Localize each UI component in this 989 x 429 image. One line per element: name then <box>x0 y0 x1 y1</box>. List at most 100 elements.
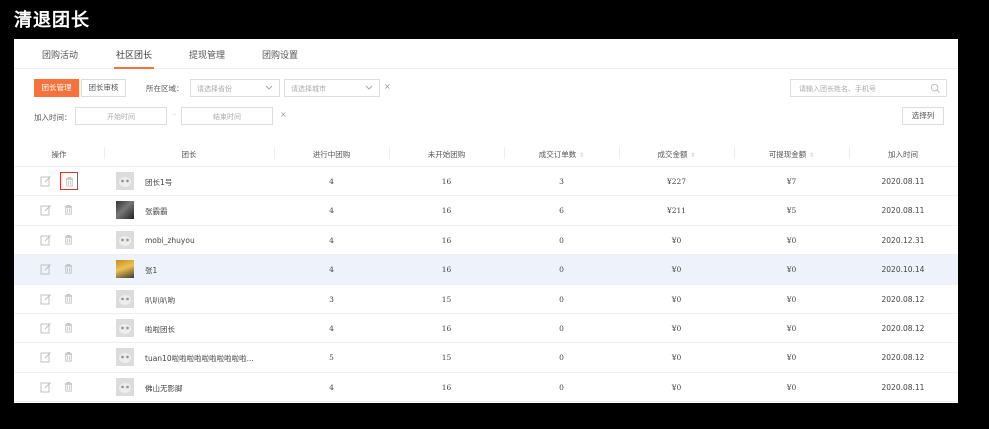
chevron-down-icon <box>365 85 373 90</box>
region-label: 所在区域： <box>146 84 184 93</box>
avatar <box>116 289 134 308</box>
withdrawable-amount: ¥0 <box>786 323 797 333</box>
delete-icon[interactable] <box>60 348 78 366</box>
deal-amount: ¥211 <box>666 206 687 216</box>
table-body: 团长1号 4 16 3 ¥227 ¥7 2020.08.11 张霸霸 4 16 6 ¥211 ¥5 202… <box>14 167 958 403</box>
withdrawable-amount: ¥0 <box>786 382 797 392</box>
city-select[interactable]: 请选择城市 <box>284 79 380 97</box>
clear-region-icon[interactable]: × <box>384 82 391 91</box>
withdrawable-amount: ¥5 <box>786 206 797 216</box>
edit-icon[interactable] <box>40 381 52 393</box>
chevron-down-icon <box>265 85 273 90</box>
edit-icon[interactable] <box>40 351 52 363</box>
join-date: 2020.08.12 <box>881 294 925 304</box>
header-withdrawable[interactable]: 可提现金额 ⇳ <box>734 149 849 160</box>
tab-community-leader[interactable]: 社区团长 <box>116 48 152 61</box>
edit-icon[interactable] <box>40 322 52 334</box>
upcoming-count: 16 <box>441 265 452 275</box>
table-row[interactable]: tuan10啦啦啦啦啦啦啦啦啦啦... 5 15 0 ¥0 ¥0 2020.08.12 <box>14 343 958 373</box>
join-date: 2020.08.11 <box>881 206 925 216</box>
leader-name[interactable]: 团长1号 <box>145 177 172 188</box>
header-amount[interactable]: 成交金额 ⇳ <box>619 149 734 160</box>
table-row[interactable]: 张1 4 16 0 ¥0 ¥0 2020.10.14 <box>14 255 958 285</box>
withdrawable-amount: ¥0 <box>786 353 797 363</box>
ongoing-count: 4 <box>329 382 334 392</box>
join-date: 2020.08.11 <box>881 177 925 186</box>
upcoming-count: 15 <box>441 294 452 304</box>
avatar <box>116 377 134 396</box>
delete-icon[interactable] <box>60 260 78 278</box>
order-count: 3 <box>559 177 564 186</box>
table-row[interactable]: 张霸霸 4 16 6 ¥211 ¥5 2020.08.11 <box>14 196 958 226</box>
deal-amount: ¥227 <box>666 177 687 186</box>
edit-icon[interactable] <box>40 204 52 216</box>
delete-icon[interactable] <box>60 172 78 190</box>
order-count: 0 <box>559 235 564 245</box>
active-tab-indicator <box>114 67 154 69</box>
table-row[interactable]: 团长1号 4 16 3 ¥227 ¥7 2020.08.11 <box>14 167 958 197</box>
search-input[interactable]: 请输入团长姓名、手机号 <box>790 79 947 97</box>
upcoming-count: 16 <box>441 177 452 186</box>
leader-name[interactable]: mobi_zhuyou <box>145 236 195 245</box>
upcoming-count: 16 <box>441 382 452 392</box>
table-row[interactable]: mobi_zhuyou 4 16 0 ¥0 ¥0 2020.12.31 <box>14 226 958 256</box>
withdrawable-amount: ¥0 <box>786 294 797 304</box>
table-row[interactable]: 佛山无影脚 4 16 0 ¥0 ¥0 2020.08.11 <box>14 373 958 403</box>
delete-icon[interactable] <box>60 201 78 219</box>
delete-icon[interactable] <box>60 378 78 396</box>
avatar <box>116 172 134 190</box>
edit-icon[interactable] <box>40 293 52 305</box>
edit-icon[interactable] <box>40 234 52 246</box>
ongoing-count: 4 <box>329 323 334 333</box>
sort-icon[interactable]: ⇳ <box>809 152 814 159</box>
leader-name[interactable]: tuan10啦啦啦啦啦啦啦啦啦啦... <box>145 353 254 364</box>
tab-group-buy-activity[interactable]: 团购活动 <box>42 48 78 61</box>
header-join-time: 加入时间 <box>888 150 918 159</box>
delete-icon[interactable] <box>60 290 78 308</box>
leader-name[interactable]: 张霸霸 <box>145 206 168 217</box>
page-title: 清退团长 <box>14 10 90 31</box>
deal-amount: ¥0 <box>671 294 682 304</box>
tab-group-buy-settings[interactable]: 团购设置 <box>262 48 298 61</box>
tab-withdrawal-management[interactable]: 提现管理 <box>189 48 225 61</box>
header-orders[interactable]: 成交订单数 ⇳ <box>504 149 619 160</box>
avatar <box>116 318 134 337</box>
ongoing-count: 3 <box>329 294 334 304</box>
join-date: 2020.08.12 <box>881 323 925 333</box>
select-columns-button[interactable]: 选择列 <box>902 107 944 125</box>
main-panel: 团购活动 社区团长 提现管理 团购设置 团长管理 团长审核 所在区域： 请选择省… <box>14 39 958 403</box>
edit-icon[interactable] <box>40 263 52 275</box>
header-actions: 操作 <box>51 150 67 159</box>
ongoing-count: 4 <box>329 265 334 275</box>
province-select[interactable]: 请选择省份 <box>190 79 280 97</box>
start-date-placeholder: 开始时间 <box>107 113 135 121</box>
leader-name[interactable]: 张1 <box>145 265 157 276</box>
clear-date-icon[interactable]: × <box>280 110 287 119</box>
join-date: 2020.08.12 <box>881 353 925 363</box>
start-date-input[interactable]: 开始时间 <box>75 107 167 125</box>
sort-icon[interactable]: ⇳ <box>579 152 584 159</box>
leader-name[interactable]: 叭叭叭哟 <box>145 295 175 306</box>
province-placeholder: 请选择省份 <box>197 85 232 93</box>
avatar <box>116 230 134 249</box>
upcoming-count: 16 <box>441 206 452 216</box>
sort-icon[interactable]: ⇳ <box>690 152 695 159</box>
search-icon[interactable] <box>930 83 941 94</box>
table-row[interactable]: 啦啦团长 4 16 0 ¥0 ¥0 2020.08.12 <box>14 314 958 344</box>
leader-name[interactable]: 佛山无影脚 <box>145 383 183 394</box>
leader-review-button[interactable]: 团长审核 <box>81 79 126 97</box>
leader-management-button[interactable]: 团长管理 <box>34 79 79 97</box>
delete-icon[interactable] <box>60 231 78 249</box>
end-date-input[interactable]: 结束时间 <box>181 107 273 125</box>
search-placeholder: 请输入团长姓名、手机号 <box>799 85 876 93</box>
join-date: 2020.08.11 <box>881 382 925 392</box>
tab-bar: 团购活动 社区团长 提现管理 团购设置 <box>14 39 958 69</box>
leader-name[interactable]: 啦啦团长 <box>145 324 175 335</box>
withdrawable-amount: ¥0 <box>786 235 797 245</box>
edit-icon[interactable] <box>40 175 52 187</box>
delete-icon[interactable] <box>60 319 78 337</box>
header-ongoing: 进行中团购 <box>312 150 351 159</box>
order-count: 0 <box>559 294 564 304</box>
table-row[interactable]: 叭叭叭哟 3 15 0 ¥0 ¥0 2020.08.12 <box>14 285 958 314</box>
deal-amount: ¥0 <box>671 382 682 392</box>
